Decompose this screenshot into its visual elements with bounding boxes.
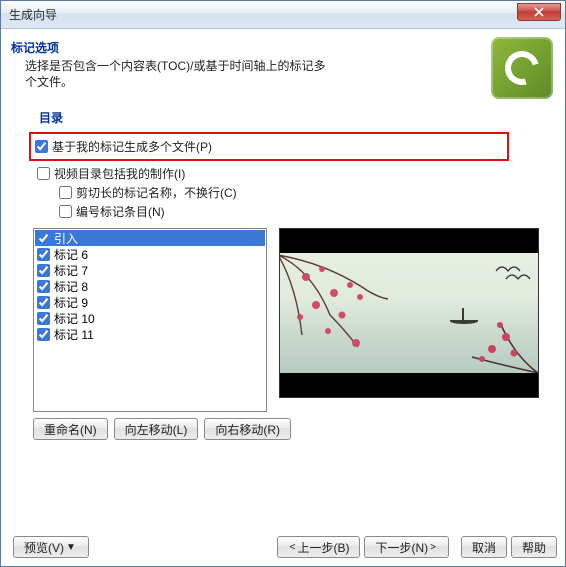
marker-item[interactable]: 标记 7 (35, 262, 265, 278)
marker-item[interactable]: 标记 11 (35, 326, 265, 342)
move-right-button[interactable]: 向右移动(R) (204, 418, 291, 440)
blossom-art-left (279, 247, 392, 357)
window-title: 生成向导 (9, 6, 517, 23)
marker-item[interactable]: 标记 6 (35, 246, 265, 262)
next-button[interactable]: 下一步(N)> (364, 536, 449, 558)
label-number-entries: 编号标记条目(N) (76, 203, 165, 220)
dropdown-icon: ▼ (66, 542, 76, 553)
option-number-entries[interactable]: 编号标记条目(N) (59, 203, 557, 220)
checkbox-trim-names[interactable] (59, 186, 72, 199)
titlebar: 生成向导 (1, 1, 565, 29)
marker-label: 标记 11 (54, 326, 94, 343)
app-logo (491, 37, 553, 99)
option-generate-multi[interactable]: 基于我的标记生成多个文件(P) (35, 138, 503, 155)
option-include-production[interactable]: 视频目录包括我的制作(I) (37, 165, 557, 182)
help-button[interactable]: 帮助 (511, 536, 557, 558)
header-title: 标记选项 (11, 39, 483, 56)
move-left-button[interactable]: 向左移动(L) (114, 418, 199, 440)
checkbox-number-entries[interactable] (59, 205, 72, 218)
marker-item[interactable]: 标记 8 (35, 278, 265, 294)
chevron-right-icon: > (430, 542, 436, 553)
marker-checkbox[interactable] (37, 296, 50, 309)
close-icon (534, 7, 544, 17)
header-description: 选择是否包含一个内容表(TOC)/或基于时间轴上的标记多个文件。 (25, 58, 335, 90)
marker-item[interactable]: 引入 (35, 230, 265, 246)
boat-art (450, 318, 478, 324)
marker-item[interactable]: 标记 9 (35, 294, 265, 310)
marker-label: 引入 (54, 230, 78, 247)
marker-item[interactable]: 标记 10 (35, 310, 265, 326)
preview-button[interactable]: 预览(V)▼ (13, 536, 89, 558)
footer: 预览(V)▼ <上一步(B) 下一步(N)> 取消 帮助 (9, 536, 557, 558)
highlighted-option: 基于我的标记生成多个文件(P) (29, 132, 509, 161)
wizard-window: 生成向导 标记选项 选择是否包含一个内容表(TOC)/或基于时间轴上的标记多个文… (0, 0, 566, 567)
client-area: 标记选项 选择是否包含一个内容表(TOC)/或基于时间轴上的标记多个文件。 目录… (1, 29, 565, 566)
birds-art (492, 259, 532, 289)
marker-checkbox[interactable] (37, 232, 50, 245)
rename-button[interactable]: 重命名(N) (33, 418, 108, 440)
header-text: 标记选项 选择是否包含一个内容表(TOC)/或基于时间轴上的标记多个文件。 (11, 37, 483, 99)
list-button-row: 重命名(N) 向左移动(L) 向右移动(R) (33, 418, 557, 440)
checkbox-include-production[interactable] (37, 167, 50, 180)
section-directory-label: 目录 (39, 109, 557, 126)
marker-label: 标记 8 (54, 278, 88, 295)
option-trim-names[interactable]: 剪切长的标记名称，不换行(C) (59, 184, 557, 201)
header: 标记选项 选择是否包含一个内容表(TOC)/或基于时间轴上的标记多个文件。 (11, 37, 557, 99)
cancel-button[interactable]: 取消 (461, 536, 507, 558)
marker-label: 标记 7 (54, 262, 88, 279)
marker-checkbox[interactable] (37, 328, 50, 341)
marker-checkbox[interactable] (37, 264, 50, 277)
back-button[interactable]: <上一步(B) (277, 536, 361, 558)
blossom-art-right (462, 297, 539, 377)
chevron-left-icon: < (290, 542, 296, 553)
label-trim-names: 剪切长的标记名称，不换行(C) (76, 184, 237, 201)
label-include-production: 视频目录包括我的制作(I) (54, 165, 185, 182)
marker-label: 标记 10 (54, 310, 95, 327)
label-generate-multi: 基于我的标记生成多个文件(P) (52, 138, 212, 155)
marker-checkbox[interactable] (37, 280, 50, 293)
marker-checkbox[interactable] (37, 312, 50, 325)
video-preview (279, 228, 539, 398)
close-button[interactable] (517, 3, 561, 21)
checkbox-generate-multi[interactable] (35, 140, 48, 153)
mid-row: 引入标记 6标记 7标记 8标记 9标记 10标记 11 (33, 228, 557, 412)
markers-listbox[interactable]: 引入标记 6标记 7标记 8标记 9标记 10标记 11 (33, 228, 267, 412)
marker-label: 标记 6 (54, 246, 88, 263)
marker-checkbox[interactable] (37, 248, 50, 261)
marker-label: 标记 9 (54, 294, 88, 311)
